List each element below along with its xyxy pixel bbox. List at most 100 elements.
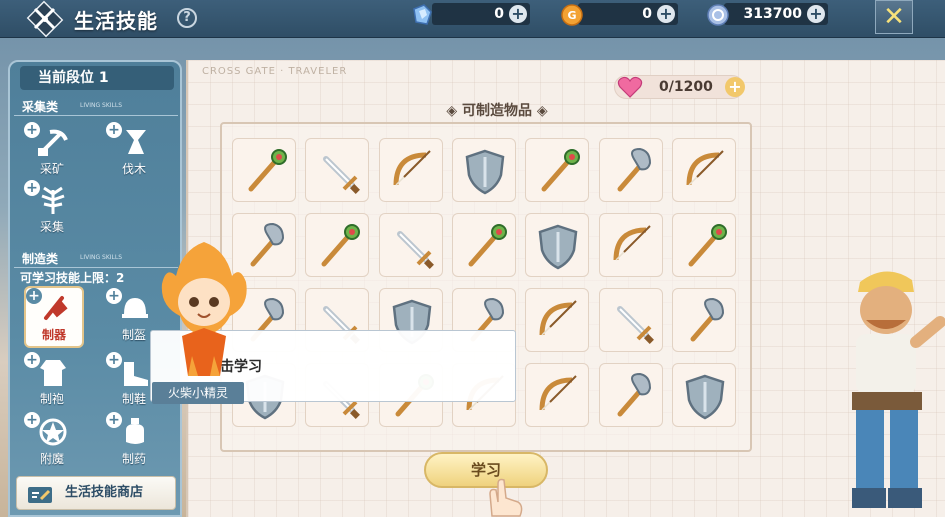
herb-gathering-icon (41, 186, 65, 214)
crossed-swords-icon (33, 7, 56, 30)
axe-icon (690, 297, 724, 342)
enchant-icon (39, 418, 67, 446)
skill-gathering[interactable]: + 采集 (24, 180, 80, 236)
gold-value: 0 (642, 6, 652, 22)
heart-icon (617, 76, 643, 98)
craft-item-slot[interactable] (671, 288, 736, 352)
shoe-craft-icon (124, 362, 148, 386)
shield-icon (465, 149, 505, 195)
craft-section-subtitle: LIVING SKILLS (80, 254, 123, 261)
skill-shop-button[interactable]: 生活技能商店 (16, 476, 176, 510)
craftable-grid (220, 122, 752, 452)
bow-icon (539, 375, 577, 411)
current-rank: 当前段位 1 (20, 66, 174, 90)
staff-icon (541, 149, 581, 192)
shop-icon (28, 487, 52, 503)
stamina-box: 0/1200 + (614, 75, 745, 99)
sprite-name-label: 火柴小精灵 (152, 382, 244, 404)
craft-item-slot[interactable] (525, 213, 590, 277)
gather-section-title: 采集类 (22, 100, 59, 114)
craft-item-slot[interactable] (525, 288, 590, 352)
helmet-craft-icon (122, 298, 148, 318)
staff-icon (248, 149, 287, 192)
bow-icon (393, 150, 431, 186)
craft-section-title: 制造类 (22, 252, 59, 266)
skill-mining[interactable]: + 采矿 (24, 122, 80, 178)
brand-watermark: CROSS GATE · TRAVELER (202, 66, 348, 77)
bow-icon (686, 150, 724, 186)
shop-label: 生活技能商店 (65, 485, 144, 500)
skill-label: 制袍 (39, 392, 64, 406)
top-bar: 生活技能 ? 0 + 0 + G 313700 + ✕ (0, 0, 945, 38)
mining-icon (38, 129, 68, 156)
skill-label: 附魔 (39, 452, 64, 466)
craft-item-slot[interactable] (598, 363, 663, 427)
gold-currency: 0 + (578, 3, 678, 25)
craft-item-slot[interactable] (378, 213, 443, 277)
skill-label: 伐木 (121, 162, 146, 176)
skill-logging[interactable]: + 伐木 (106, 122, 162, 178)
craft-item-slot[interactable] (451, 213, 516, 277)
craft-item-slot[interactable] (671, 213, 736, 277)
gather-section-header: 采集类 LIVING SKILLS (14, 98, 178, 116)
silver-coin-icon (707, 4, 729, 26)
add-stamina-button[interactable]: + (725, 77, 745, 97)
craft-item-slot[interactable] (525, 138, 590, 202)
axe-icon (617, 372, 651, 417)
staff-icon (468, 224, 507, 267)
craft-item-slot[interactable] (598, 138, 663, 202)
silver-currency: 313700 + (724, 3, 828, 25)
skill-potion[interactable]: + 制药 (106, 412, 162, 468)
skill-enchant[interactable]: + 附魔 (24, 412, 80, 468)
skill-label: 制药 (121, 452, 146, 466)
skill-weapon-craft[interactable]: + 制器 (24, 286, 84, 348)
craft-item-slot[interactable] (451, 138, 516, 202)
crystal-currency: 0 + (432, 3, 530, 25)
potion-icon (126, 418, 144, 444)
craft-item-slot[interactable] (378, 138, 443, 202)
logging-icon (126, 130, 146, 154)
skill-limit-text: 可学习技能上限：2 (20, 271, 125, 285)
robe-craft-icon (40, 360, 66, 386)
adventurer-character (852, 271, 945, 508)
staff-icon (321, 224, 361, 267)
stamina-value: 0/1200 (659, 79, 713, 95)
bow-icon (539, 300, 577, 336)
craft-item-slot[interactable] (232, 138, 296, 202)
shield-icon (538, 224, 578, 270)
craftable-title: ◈ 可制造物品 ◈ (402, 100, 592, 120)
sword-icon (396, 231, 434, 269)
craft-item-slot[interactable] (598, 213, 663, 277)
craft-item-slot[interactable] (598, 288, 663, 352)
skill-label: 制器 (41, 328, 66, 342)
axe-icon (617, 147, 651, 192)
craft-item-slot[interactable] (305, 138, 370, 202)
crystal-icon (413, 4, 432, 25)
craftable-title-text: 可制造物品 (462, 103, 532, 119)
diamond-ornament-icon: ◈ (446, 103, 458, 119)
crystal-value: 0 (494, 6, 504, 22)
close-button[interactable]: ✕ (875, 0, 913, 34)
craft-item-slot[interactable] (305, 213, 370, 277)
page-title: 生活技能 (74, 9, 158, 33)
craft-item-slot[interactable] (671, 138, 736, 202)
help-button[interactable]: ? (177, 8, 197, 28)
craft-item-slot[interactable] (671, 363, 736, 427)
weapon-craft-icon (44, 296, 68, 320)
skill-label: 采矿 (39, 162, 64, 176)
pointing-hand-icon (489, 478, 523, 517)
gather-section-subtitle: LIVING SKILLS (80, 102, 123, 109)
add-gold-button[interactable]: + (657, 5, 675, 23)
gold-coin-icon: G (561, 4, 583, 26)
skill-label: 采集 (39, 220, 64, 234)
bow-icon (613, 225, 651, 261)
add-silver-button[interactable]: + (807, 5, 825, 23)
add-crystal-button[interactable]: + (509, 5, 527, 23)
craft-item-slot[interactable] (525, 363, 590, 427)
skill-robe-craft[interactable]: + 制袍 (24, 352, 80, 408)
sword-icon (616, 306, 654, 344)
diamond-ornament-icon: ◈ (536, 103, 548, 119)
fire-sprite-mascot (161, 242, 247, 376)
svg-text:G: G (567, 9, 576, 22)
staff-icon (688, 224, 727, 267)
